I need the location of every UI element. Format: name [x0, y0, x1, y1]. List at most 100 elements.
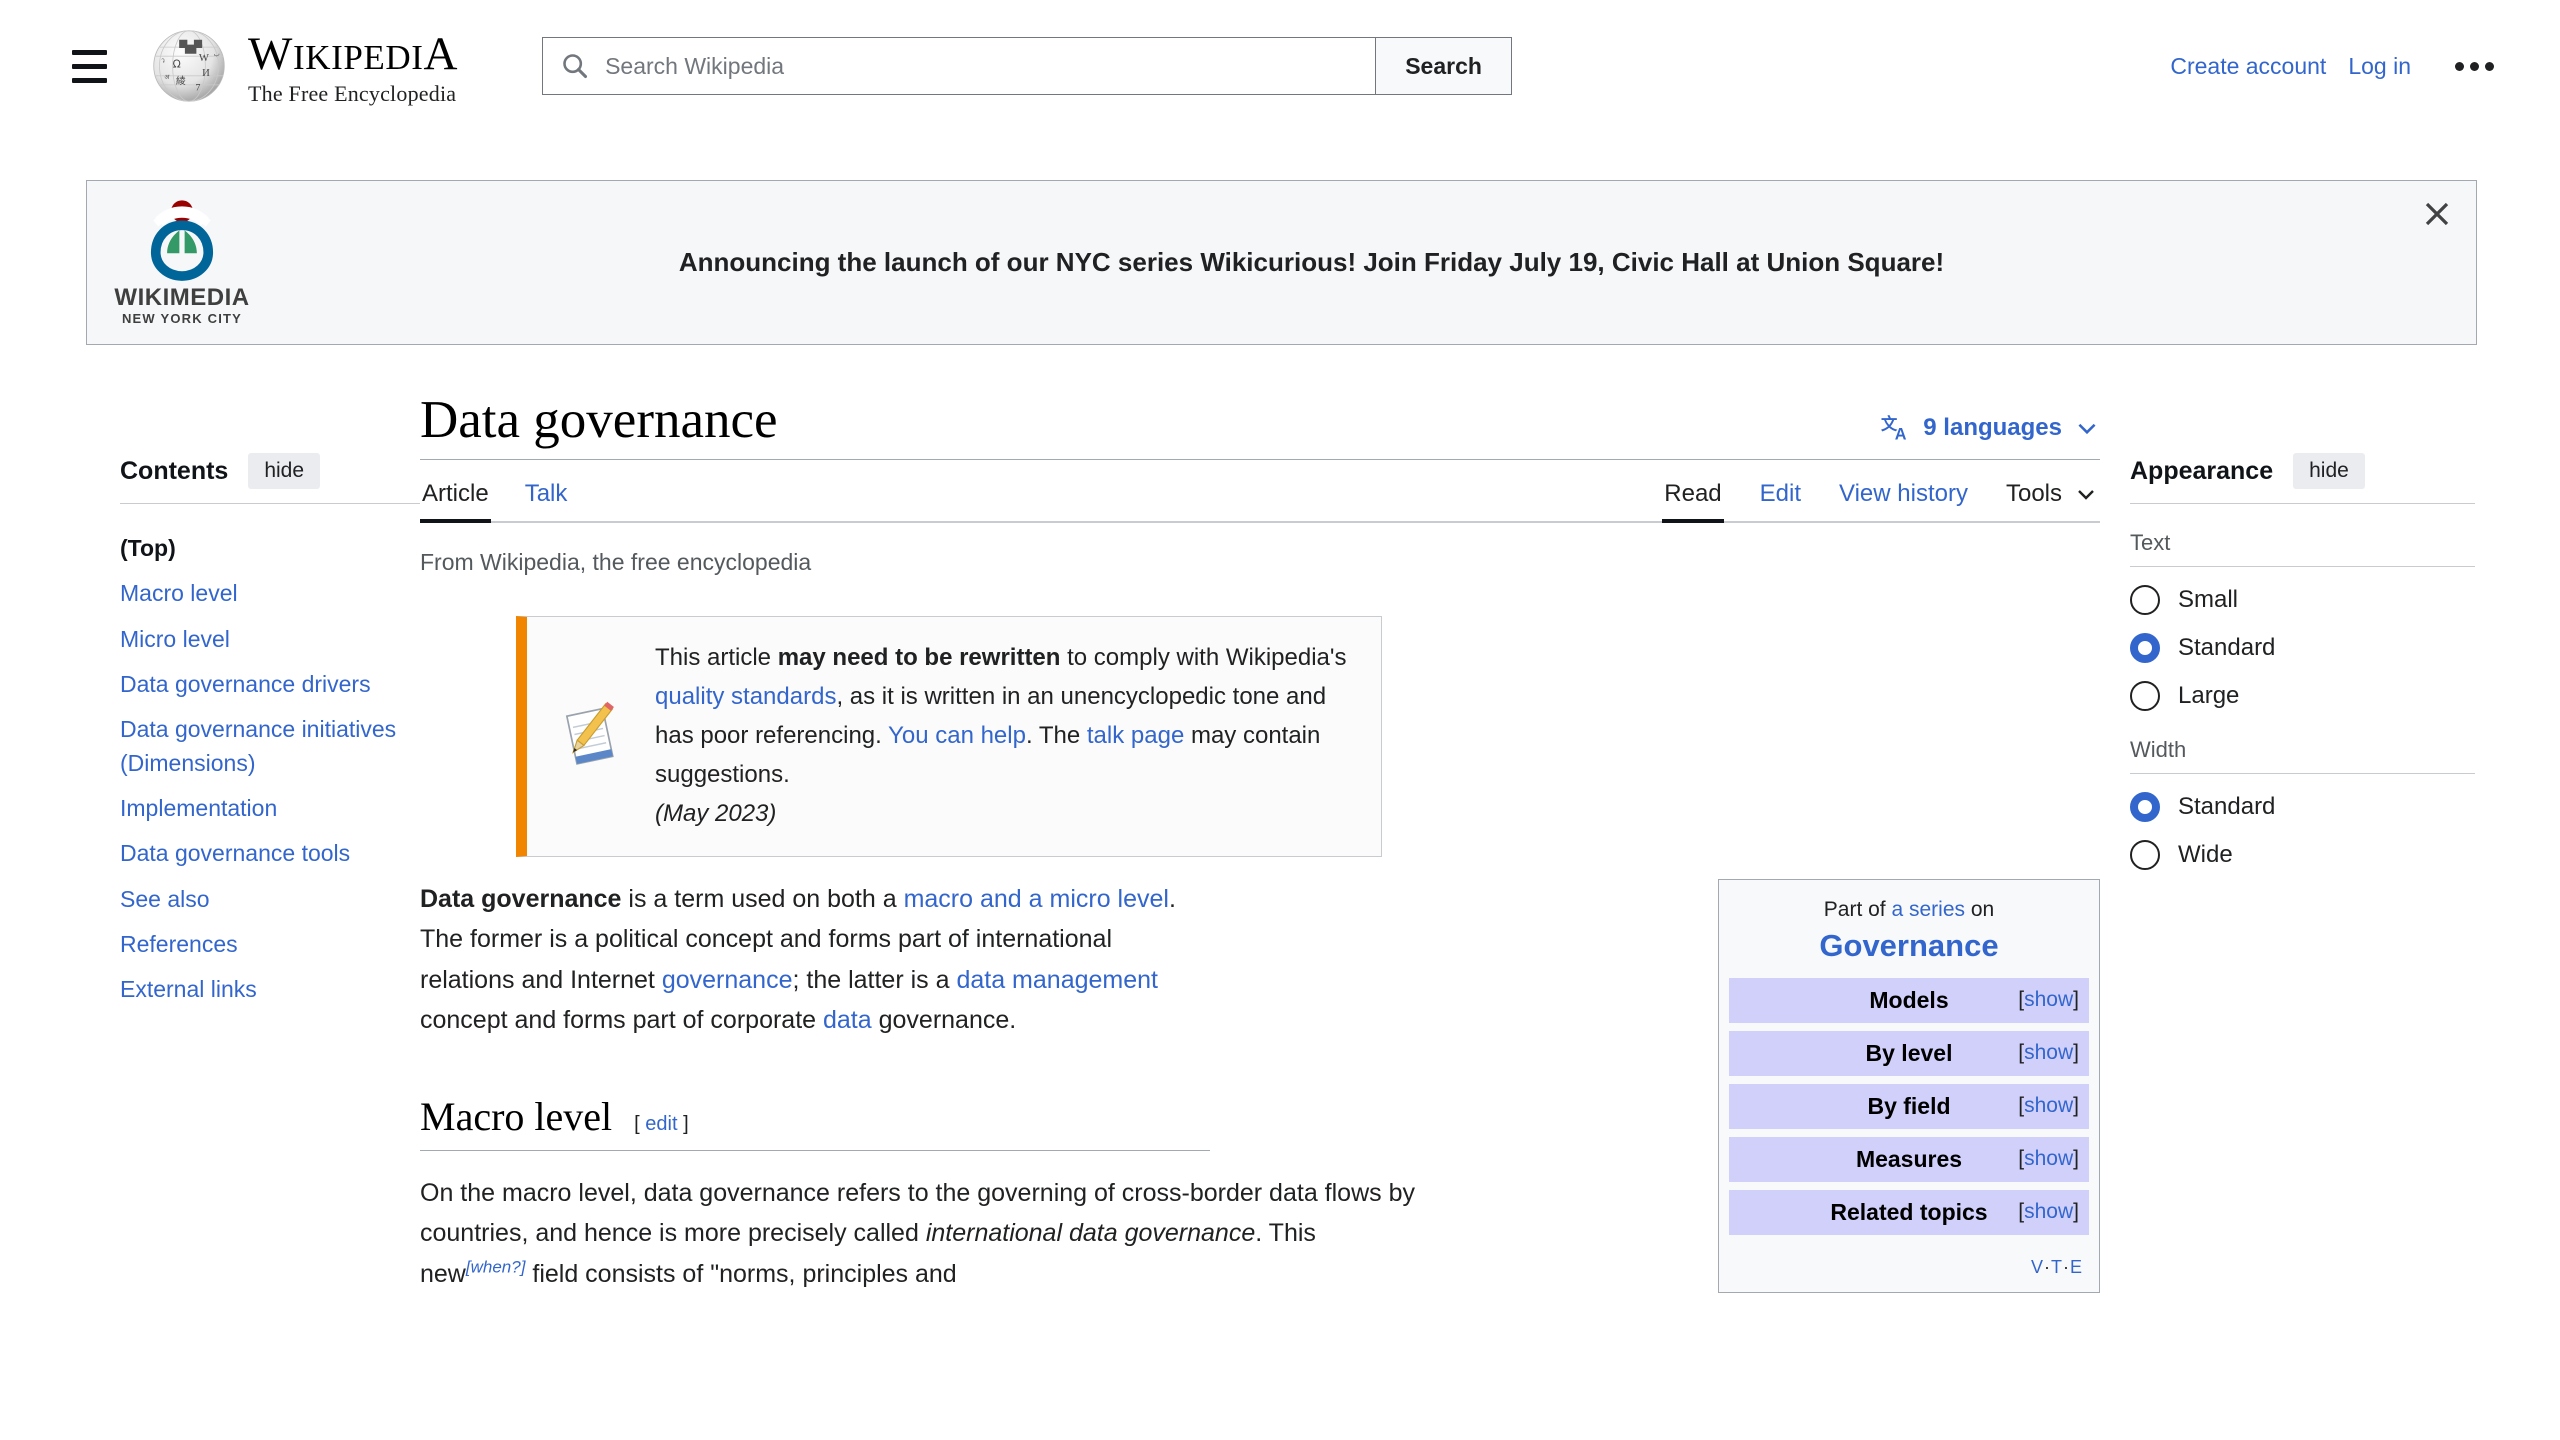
toc-item-external-links[interactable]: External links [120, 967, 420, 1012]
log-in-link[interactable]: Log in [2348, 53, 2411, 80]
tab-article[interactable]: Article [420, 476, 491, 524]
vte-edit[interactable]: E [2070, 1257, 2083, 1277]
infobox-title[interactable]: Governance [1729, 922, 2089, 978]
vte-dot: · [2062, 1256, 2070, 1277]
infobox-row-measures[interactable]: Measures [show] [1729, 1136, 2089, 1182]
governance-link[interactable]: governance [662, 966, 793, 994]
search-button[interactable]: Search [1375, 37, 1513, 95]
search-box[interactable] [542, 37, 1376, 95]
infobox-vte: V·T·E [1729, 1243, 2089, 1284]
toc-item-data-governance-initiatives[interactable]: Data governance initiatives (Dimensions) [120, 707, 420, 786]
toc-header: Contents hide [120, 453, 420, 504]
language-selector-button[interactable]: 文 A 9 languages [1881, 413, 2100, 449]
toc-hide-button[interactable]: hide [248, 453, 321, 489]
rewrite-notice-text: This article may need to be rewritten to… [655, 639, 1359, 833]
article-actions: Read Edit View history Tools [1628, 476, 2100, 524]
radio-icon-selected[interactable] [2130, 792, 2160, 822]
when-tag[interactable]: [when?] [466, 1257, 526, 1276]
a-series-link[interactable]: a series [1891, 898, 1965, 921]
svg-text:Ω: Ω [173, 58, 181, 71]
tab-view-history[interactable]: View history [1837, 476, 1970, 521]
lead-section: Part of a series on Governance Models [s… [420, 878, 2100, 1295]
lead-p3: ; the latter is a [792, 965, 957, 994]
toc-item-micro-level[interactable]: Micro level [120, 617, 420, 662]
radio-icon[interactable] [2130, 840, 2160, 870]
when-link[interactable]: [when?] [466, 1257, 526, 1276]
wikimedia-line2: NEW YORK CITY [121, 311, 243, 327]
toc-item-data-governance-drivers[interactable]: Data governance drivers [120, 662, 420, 707]
wikipedia-wordmark: WIKIPEDIA The Free Encyclopedia [248, 27, 458, 105]
lead-paragraph: Data governance is a term used on both a… [420, 879, 1210, 1041]
show-link[interactable]: [show] [2018, 1200, 2079, 1224]
notice-t4: . The [1025, 722, 1087, 750]
table-of-contents: Contents hide (Top) Macro level Micro le… [0, 345, 420, 1313]
show-link[interactable]: [show] [2018, 1094, 2079, 1118]
lead-p5: governance. [871, 1006, 1017, 1035]
quality-standards-link[interactable]: quality standards [655, 683, 836, 710]
wikipedia-logo-link[interactable]: Ω W И 綾 7 ว ب अ WIKIPEDIA The Free Encyc… [148, 25, 458, 107]
search-icon [563, 54, 588, 79]
infobox-row-related-topics[interactable]: Related topics [show] [1729, 1189, 2089, 1235]
text-option-small[interactable]: Small [2130, 585, 2475, 615]
svg-text:ว: ว [161, 57, 165, 65]
infobox-row-models[interactable]: Models [show] [1729, 977, 2089, 1023]
radio-label: Large [2178, 682, 2240, 709]
infobox-row-by-field[interactable]: By field [show] [1729, 1083, 2089, 1129]
toc-item-see-also[interactable]: See also [120, 877, 420, 922]
search-input[interactable] [603, 51, 1364, 81]
toc-item-top[interactable]: (Top) [120, 526, 420, 571]
toc-item-references[interactable]: References [120, 922, 420, 967]
svg-text:ب: ب [214, 50, 220, 58]
width-option-wide[interactable]: Wide [2130, 840, 2475, 870]
tab-talk[interactable]: Talk [523, 476, 570, 521]
site-header: Ω W И 綾 7 ว ب अ WIKIPEDIA The Free Encyc… [0, 0, 2560, 132]
radio-icon-selected[interactable] [2130, 633, 2160, 663]
infobox-partof: Part of a series on [1729, 892, 2089, 922]
toc-item-data-governance-tools[interactable]: Data governance tools [120, 831, 420, 876]
hamburger-bar [71, 77, 107, 83]
governance-series-infobox: Part of a series on Governance Models [s… [1718, 878, 2100, 1293]
section-heading-text: Macro level [420, 1093, 613, 1139]
tab-read[interactable]: Read [1662, 476, 1725, 524]
hamburger-icon[interactable] [60, 37, 118, 95]
ellipsis-dot [2485, 61, 2494, 71]
radio-icon[interactable] [2130, 585, 2160, 615]
show-link[interactable]: [show] [2018, 1041, 2079, 1065]
tab-edit[interactable]: Edit [1758, 476, 1803, 521]
vte-view[interactable]: V [2031, 1257, 2044, 1277]
wikimedia-logo-icon [150, 200, 214, 281]
text-option-standard[interactable]: Standard [2130, 633, 2475, 663]
ellipsis-icon[interactable] [2449, 56, 2500, 77]
talk-page-link[interactable]: talk page [1087, 722, 1184, 749]
toc-list: (Top) Macro level Micro level Data gover… [120, 526, 420, 1013]
macro-micro-link[interactable]: macro and a micro level [904, 885, 1169, 913]
toc-item-macro-level[interactable]: Macro level [120, 571, 420, 616]
show-link[interactable]: [show] [2018, 988, 2079, 1012]
section-heading-macro-level: Macro level [ edit ] [420, 1093, 1210, 1151]
lead-p1: is a term used on both a [621, 884, 904, 913]
page-layout: Contents hide (Top) Macro level Micro le… [0, 345, 2560, 1313]
svg-text:W: W [199, 53, 210, 64]
create-account-link[interactable]: Create account [2170, 53, 2326, 80]
width-option-standard[interactable]: Standard [2130, 792, 2475, 822]
notice-date: (May 2023) [655, 799, 777, 827]
close-icon[interactable] [2418, 195, 2456, 233]
data-management-link[interactable]: data management [956, 966, 1158, 994]
radio-icon[interactable] [2130, 681, 2160, 711]
notepad-pencil-icon [527, 697, 655, 775]
section-edit-link: [ edit ] [634, 1112, 689, 1135]
wikipedia-globe-icon: Ω W И 綾 7 ว ب अ [153, 30, 225, 102]
text-option-large[interactable]: Large [2130, 681, 2475, 711]
appearance-panel: Appearance hide Text Small Standard Larg… [2130, 345, 2560, 1313]
vte-dot: · [2043, 1256, 2051, 1277]
appearance-hide-button[interactable]: hide [2293, 453, 2365, 489]
notice-t2: to comply with Wikipedia's [1060, 644, 1347, 672]
you-can-help-link[interactable]: You can help [888, 722, 1026, 749]
infobox-row-by-level[interactable]: By level [show] [1729, 1030, 2089, 1076]
toc-item-implementation[interactable]: Implementation [120, 786, 420, 831]
data-link[interactable]: data [823, 1006, 872, 1034]
tools-dropdown[interactable]: Tools [2004, 476, 2100, 521]
edit-link[interactable]: edit [645, 1113, 677, 1135]
vte-talk[interactable]: T [2051, 1257, 2063, 1277]
show-link[interactable]: [show] [2018, 1147, 2079, 1171]
